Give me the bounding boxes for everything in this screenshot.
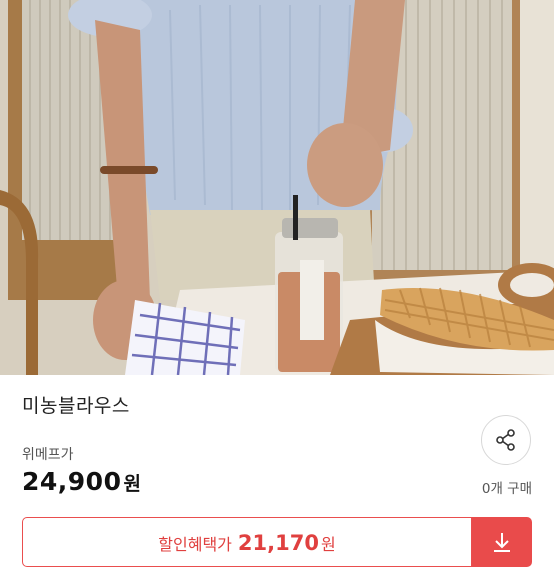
discount-price-unit: 원	[320, 535, 336, 554]
purchase-count: 0개 구매	[481, 481, 532, 497]
discount-price-value: 21,170	[237, 531, 319, 555]
price-value: 24,900	[22, 467, 122, 496]
product-image[interactable]	[0, 0, 554, 375]
download-arrow-icon	[494, 533, 510, 552]
share-icon	[496, 429, 515, 451]
coupon-download-button[interactable]	[472, 517, 532, 567]
share-button[interactable]	[481, 415, 531, 465]
price-label: 위메프가	[22, 447, 74, 463]
product-info-section: 미농블라우스 위메프가 24,900 원 0개 구매 할인혜택가 21,170 원	[0, 375, 554, 567]
price-unit: 원	[123, 473, 141, 495]
discount-label: 할인혜택가	[158, 535, 232, 554]
discount-price-button[interactable]: 할인혜택가 21,170 원	[22, 517, 472, 567]
product-title: 미농블라우스	[22, 395, 130, 417]
product-price: 24,900 원	[22, 467, 141, 496]
